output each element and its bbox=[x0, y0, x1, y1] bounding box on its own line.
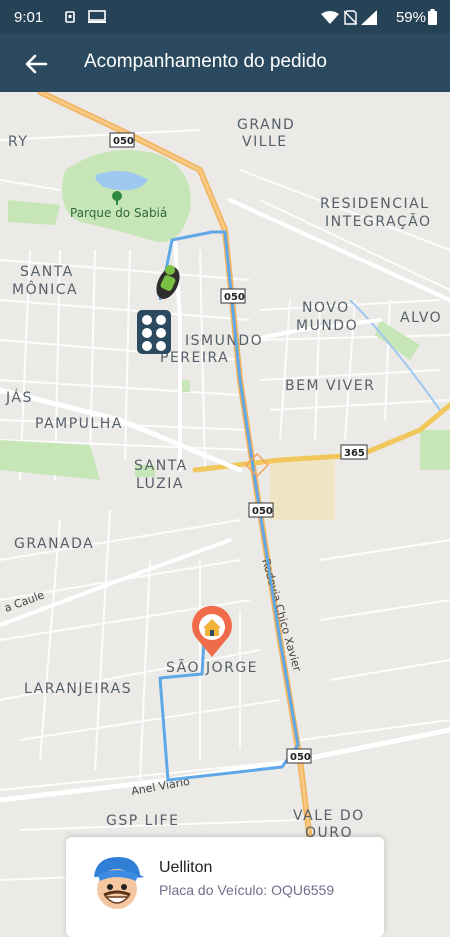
svg-text:NOVO: NOVO bbox=[302, 300, 350, 316]
svg-text:PEREIRA: PEREIRA bbox=[160, 350, 229, 366]
svg-text:JÁS: JÁS bbox=[5, 389, 33, 406]
back-arrow-icon[interactable] bbox=[20, 48, 52, 80]
battery-icon bbox=[428, 9, 437, 25]
highway-shield: 050 bbox=[286, 748, 312, 764]
wifi-icon bbox=[321, 11, 339, 24]
svg-text:SANTA: SANTA bbox=[134, 458, 188, 474]
svg-text:Parque do Sabiá: Parque do Sabiá bbox=[70, 206, 167, 220]
svg-text:VILLE: VILLE bbox=[242, 134, 288, 150]
driver-avatar bbox=[94, 857, 144, 909]
svg-text:050: 050 bbox=[113, 136, 134, 147]
svg-text:LARANJEIRAS: LARANJEIRAS bbox=[24, 681, 132, 697]
svg-text:RESIDENCIAL: RESIDENCIAL bbox=[320, 196, 429, 212]
svg-text:LUZIA: LUZIA bbox=[136, 476, 184, 492]
status-time: 9:01 bbox=[14, 9, 44, 26]
driver-card[interactable]: Uelliton Placa do Veículo: OQU6559 bbox=[66, 837, 384, 937]
svg-text:ISMUNDO: ISMUNDO bbox=[185, 333, 263, 349]
map-canvas[interactable]: GRAND VILLE RESIDENCIAL INTEGRAÇÃO SANTA… bbox=[0, 92, 450, 921]
highway-shield: 365 bbox=[340, 444, 368, 460]
status-bar: 9:01 59% bbox=[0, 0, 450, 34]
empty-lot bbox=[270, 460, 335, 520]
svg-text:ALVO: ALVO bbox=[400, 310, 442, 326]
cast-icon bbox=[88, 10, 106, 23]
svg-text:SÃO JORGE: SÃO JORGE bbox=[166, 659, 258, 676]
svg-text:MUNDO: MUNDO bbox=[296, 318, 358, 334]
highway-shield: 050 bbox=[220, 288, 246, 304]
svg-text:GRAND: GRAND bbox=[237, 117, 295, 133]
svg-text:VALE DO: VALE DO bbox=[293, 808, 365, 824]
driver-name: Uelliton bbox=[159, 859, 213, 876]
svg-text:050: 050 bbox=[224, 292, 245, 303]
svg-text:050: 050 bbox=[290, 752, 311, 763]
no-sim-icon bbox=[344, 10, 357, 25]
svg-text:365: 365 bbox=[344, 448, 365, 459]
svg-text:SANTA: SANTA bbox=[20, 264, 74, 280]
map-view[interactable]: GRAND VILLE RESIDENCIAL INTEGRAÇÃO SANTA… bbox=[0, 92, 450, 921]
highway-shield: 050 bbox=[248, 502, 274, 518]
page-title: Acompanhamento do pedido bbox=[84, 51, 327, 72]
svg-text:050: 050 bbox=[252, 506, 273, 517]
delivery-box-icon bbox=[137, 310, 171, 354]
battery-text: 59% bbox=[395, 9, 426, 26]
highway-shield: 050 bbox=[109, 132, 135, 148]
svg-text:GRANADA: GRANADA bbox=[14, 536, 94, 552]
svg-text:RY: RY bbox=[8, 134, 28, 150]
svg-text:GSP LIFE: GSP LIFE bbox=[106, 813, 179, 829]
app-bar: Acompanhamento do pedido bbox=[0, 34, 450, 92]
signal-icon bbox=[361, 10, 377, 25]
svg-text:INTEGRAÇÃO: INTEGRAÇÃO bbox=[325, 213, 431, 230]
vehicle-plate: Placa do Veículo: OQU6559 bbox=[159, 882, 335, 898]
notification-icon bbox=[65, 11, 75, 23]
svg-text:PAMPULHA: PAMPULHA bbox=[35, 416, 123, 432]
svg-text:MÔNICA: MÔNICA bbox=[12, 280, 78, 298]
svg-text:BEM VIVER: BEM VIVER bbox=[285, 378, 375, 394]
